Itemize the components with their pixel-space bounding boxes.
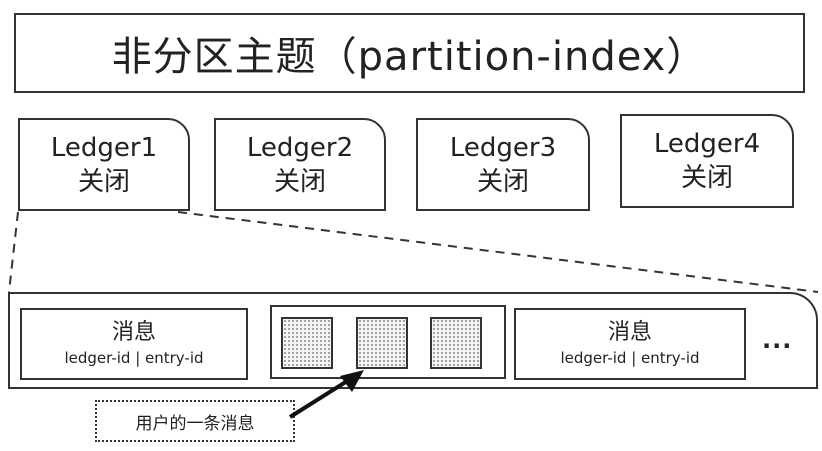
zoom-dashed-line-left (8, 211, 19, 293)
connector-overlay (8, 211, 819, 419)
zoom-dashed-line-right (177, 211, 819, 293)
callout-arrow-shaft (288, 376, 354, 419)
